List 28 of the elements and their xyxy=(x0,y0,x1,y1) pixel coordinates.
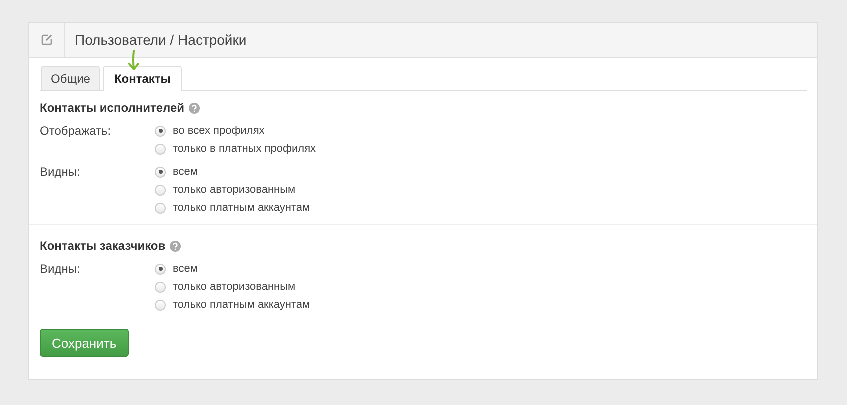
radio-button[interactable] xyxy=(155,126,166,136)
down-arrow-icon xyxy=(128,50,140,72)
help-icon[interactable] xyxy=(170,240,181,252)
option-label: всем xyxy=(173,166,198,178)
field-label: Видны: xyxy=(40,165,82,181)
edit-icon[interactable] xyxy=(40,34,52,46)
tab[interactable]: Контакты xyxy=(103,66,182,91)
option-label: только платным аккаунтам xyxy=(173,299,310,311)
option-label: во всех профилях xyxy=(173,125,265,137)
option-label: только в платных профилях xyxy=(173,143,316,155)
radio-button[interactable] xyxy=(155,264,166,274)
radio-button[interactable] xyxy=(155,166,166,178)
option-label: только авторизованным xyxy=(173,281,296,293)
radio-button[interactable] xyxy=(155,300,166,310)
radio-button[interactable] xyxy=(155,202,166,214)
help-icon[interactable] xyxy=(188,102,200,114)
radio-button[interactable] xyxy=(155,282,166,292)
page-title: Пользователи / Настройки xyxy=(75,32,247,48)
tab[interactable]: Общие xyxy=(41,66,100,90)
option-label: только платным аккаунтам xyxy=(173,202,310,214)
option-label: всем xyxy=(173,263,198,275)
field-label: Отображать: xyxy=(40,124,112,140)
radio-button[interactable] xyxy=(155,144,166,154)
option-label: только авторизованным xyxy=(173,184,296,196)
section-title: Контакты заказчиков xyxy=(40,239,166,253)
section-title: Контакты исполнителей xyxy=(40,101,185,115)
field-label: Видны: xyxy=(40,262,82,278)
radio-button[interactable] xyxy=(155,184,166,196)
